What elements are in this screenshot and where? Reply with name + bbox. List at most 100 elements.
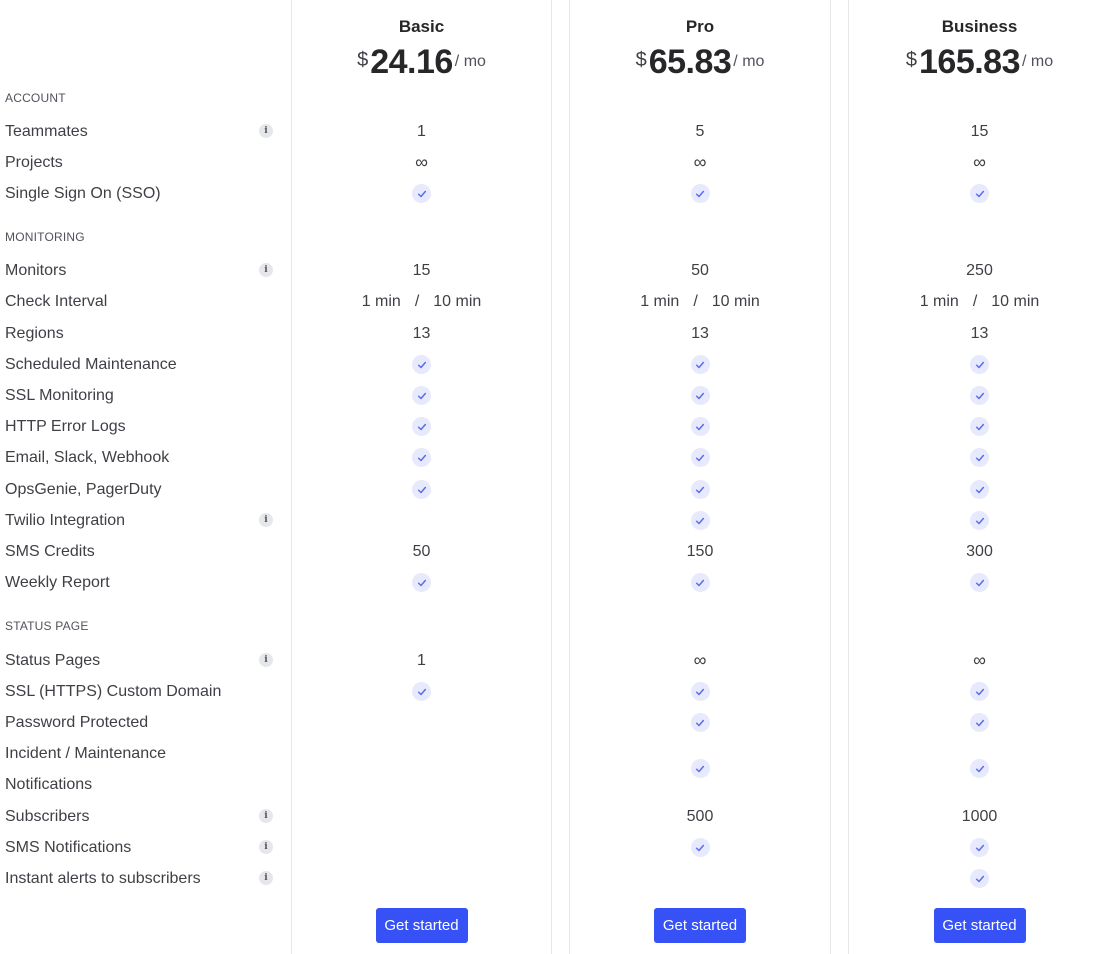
feature-label-regions: Regions xyxy=(5,324,64,342)
check-icon xyxy=(970,480,989,499)
check-icon xyxy=(970,355,989,374)
infinity-icon: ∞ xyxy=(973,152,986,172)
feature-value: 15 xyxy=(849,116,1108,147)
value-text: 15 xyxy=(412,261,431,279)
feature-value: 15 xyxy=(292,255,551,286)
value-text: 50 xyxy=(691,261,709,279)
feature-label-incident-maintenance: Incident / Maintenance xyxy=(5,744,166,762)
value-text: 1 xyxy=(417,122,426,140)
price-period: / mo xyxy=(454,53,486,70)
feature-value: 1 xyxy=(292,116,551,147)
feature-label-check-interval: Check Interval xyxy=(5,292,108,310)
feature-value xyxy=(292,178,551,209)
get-started-button-business[interactable]: Get started xyxy=(933,908,1026,943)
check-icon xyxy=(970,573,989,592)
separator: / xyxy=(693,292,698,310)
separator: / xyxy=(414,292,420,310)
info-icon[interactable]: i xyxy=(259,513,273,527)
feature-value: 13 xyxy=(849,318,1108,349)
feature-value xyxy=(570,442,830,473)
check-icon xyxy=(412,448,431,467)
info-icon[interactable]: i xyxy=(259,871,273,885)
check-icon xyxy=(690,386,710,405)
check-icon xyxy=(690,184,710,203)
infinity-icon: ∞ xyxy=(973,650,986,670)
plan-price: $65.83/ mo xyxy=(570,43,830,82)
price-amount: 24.16 xyxy=(370,43,453,81)
feature-value xyxy=(292,442,551,473)
cta-wrap: Get started xyxy=(849,908,1108,943)
plan-column-business: Business $165.83/ mo 15 ∞ 250 1 min / 10 min 13 3… xyxy=(848,0,1108,954)
get-started-button-basic[interactable]: Get started xyxy=(375,908,468,943)
plan-price: $165.83/ mo xyxy=(849,43,1108,82)
feature-value xyxy=(849,505,1108,536)
section-header-status-page: STATUS PAGE xyxy=(5,619,89,633)
feature-value xyxy=(849,567,1108,598)
info-icon[interactable]: i xyxy=(259,124,273,138)
feature-value: 500 xyxy=(570,801,830,832)
feature-value xyxy=(849,442,1108,473)
interval-value: 1 min xyxy=(919,292,959,310)
price-period: / mo xyxy=(733,53,765,70)
feature-value xyxy=(849,411,1108,442)
feature-value xyxy=(849,349,1108,380)
feature-label-sms-notifications: SMS Notifications xyxy=(5,838,132,856)
value-text: 500 xyxy=(686,807,714,825)
feature-value: 1000 xyxy=(849,801,1108,832)
value-text: 300 xyxy=(966,542,993,560)
info-icon[interactable]: i xyxy=(259,840,273,854)
check-icon xyxy=(412,682,431,701)
feature-value xyxy=(570,505,830,536)
value-text: 50 xyxy=(412,542,431,560)
value-text: 15 xyxy=(970,122,989,140)
price-currency: $ xyxy=(635,49,647,71)
infinity-icon: ∞ xyxy=(693,650,707,670)
feature-label-instant-alerts-to-subscribers: Instant alerts to subscribers xyxy=(5,869,201,887)
get-started-button-pro[interactable]: Get started xyxy=(654,908,746,943)
check-icon xyxy=(412,184,431,203)
infinity-icon: ∞ xyxy=(415,152,428,172)
feature-value xyxy=(849,707,1108,738)
check-icon xyxy=(412,417,431,436)
feature-value xyxy=(292,567,551,598)
value-text: 250 xyxy=(966,261,993,279)
feature-value: ∞ xyxy=(570,147,830,178)
feature-value: ∞ xyxy=(292,147,551,178)
check-icon xyxy=(970,682,989,701)
feature-value xyxy=(292,380,551,411)
feature-value: ∞ xyxy=(570,645,830,676)
feature-label-incident-maintenance-line2: Notifications xyxy=(5,775,93,793)
cta-wrap: Get started xyxy=(292,908,551,943)
price-currency: $ xyxy=(357,49,369,71)
interval-value: 10 min xyxy=(711,292,760,310)
feature-value xyxy=(570,411,830,442)
plan-name: Pro xyxy=(685,17,715,36)
check-icon xyxy=(412,573,431,592)
check-icon xyxy=(690,511,710,530)
check-icon xyxy=(970,759,989,778)
section-header-monitoring: MONITORING xyxy=(5,230,85,244)
value-text: 1 xyxy=(417,651,426,669)
feature-label-ssl-https-custom-domain: SSL (HTTPS) Custom Domain xyxy=(5,682,222,700)
check-icon xyxy=(970,869,989,888)
feature-value xyxy=(849,753,1108,784)
check-icon xyxy=(412,480,431,499)
feature-value xyxy=(292,676,551,707)
feature-label-scheduled-maintenance: Scheduled Maintenance xyxy=(5,355,177,373)
feature-value: 300 xyxy=(849,536,1108,567)
info-icon[interactable]: i xyxy=(259,809,273,823)
feature-value xyxy=(849,676,1108,707)
section-header-account: ACCOUNT xyxy=(5,91,66,105)
feature-value: 150 xyxy=(570,536,830,567)
value-text: 5 xyxy=(695,122,705,140)
feature-value: 13 xyxy=(292,318,551,349)
feature-label-twilio-integration: Twilio Integration xyxy=(5,511,126,529)
plan-name: Basic xyxy=(398,17,445,36)
check-icon xyxy=(690,838,710,857)
feature-value: 50 xyxy=(570,255,830,286)
info-icon[interactable]: i xyxy=(259,653,273,667)
feature-value: 1 min / 10 min xyxy=(292,286,551,317)
feature-value xyxy=(570,832,830,863)
feature-label-teammates: Teammates xyxy=(5,122,88,140)
info-icon[interactable]: i xyxy=(259,263,273,277)
